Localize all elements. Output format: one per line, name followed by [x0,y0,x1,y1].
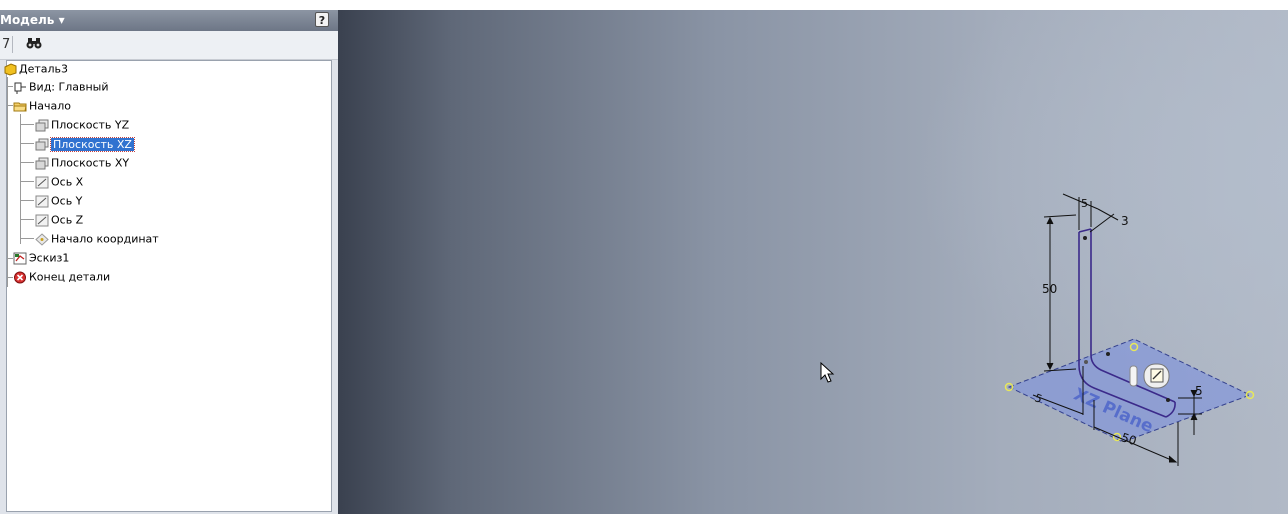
part-icon [4,62,17,76]
tree-item-part[interactable]: Деталь3 [3,60,68,77]
tree-item-end-of-part[interactable]: Конец детали [13,268,110,285]
tree-item-label: Начало [29,99,72,113]
tree-item-origin[interactable]: Начало [13,97,71,114]
dimension-height-label[interactable]: 50 [1042,282,1057,296]
work-point-icon [35,232,49,246]
sketch-point[interactable] [1106,352,1110,356]
mouse-cursor-icon [820,361,835,383]
tree-line [20,181,34,182]
filter-icon[interactable]: 7 [2,37,10,52]
view-rep-icon [14,82,26,94]
sketch-point[interactable] [1083,236,1087,240]
tree-item-label-selected: Плоскость XZ [50,136,135,152]
tree-item-label: Начало координат [51,232,159,246]
work-plane-icon [35,138,49,150]
tree-line [20,200,34,201]
model-tree: Деталь3 Вид: Главный Начало Плоскость YZ… [3,60,332,512]
sketch-point[interactable] [1084,360,1088,364]
tree-item-axis-y[interactable]: Ось Y [35,192,82,209]
dimension-offset-top-label[interactable]: 3 [1121,214,1129,228]
work-plane-icon [35,119,49,131]
sketch-point[interactable] [1166,398,1170,402]
tree-item-label: Плоскость XY [51,156,130,170]
tree-line [20,219,34,220]
tree-line [7,77,8,287]
work-axis-icon [35,195,49,207]
toolbar-separator [12,36,13,53]
browser-title[interactable]: Модель ▾ [0,13,65,27]
end-of-part-icon [14,271,26,283]
tree-item-axis-x[interactable]: Ось X [35,173,83,190]
graphics-viewport[interactable]: XZ Plane 50 5 3 5 5 50 [338,10,1288,514]
tree-item-label: Ось X [51,175,84,189]
mini-toolbar[interactable] [1129,363,1170,389]
dimension-thickness-top-label[interactable]: 5 [1081,197,1088,210]
tree-item-label: Плоскость YZ [51,118,130,132]
work-axis-icon [35,176,49,188]
window-top-edge [0,0,1288,10]
tree-item-label: Деталь3 [19,62,69,76]
binoculars-icon[interactable] [26,36,42,50]
sketch-icon [13,252,27,264]
model-browser-panel: Модель ▾ ? 7 Деталь3 Вид: Главный Начало… [0,10,338,514]
tree-item-label: Ось Z [51,213,84,227]
work-axis-icon [35,214,49,226]
tree-item-sketch[interactable]: Эскиз1 [13,249,69,266]
tree-item-label: Вид: Главный [29,80,109,94]
browser-title-bar: Модель ▾ ? [0,10,338,31]
tree-item-plane-yz[interactable]: Плоскость YZ [35,116,129,133]
tree-item-label: Конец детали [29,270,111,284]
tree-line [20,238,34,239]
tree-item-plane-xy[interactable]: Плоскость XY [35,154,129,171]
sketch-canvas[interactable]: XZ Plane 50 5 3 5 5 50 [338,10,1288,514]
tree-line [20,143,34,144]
tree-item-axis-z[interactable]: Ось Z [35,211,83,228]
tree-line [20,124,34,125]
dimension-top[interactable] [1062,193,1119,233]
help-icon[interactable]: ? [315,12,329,27]
tree-item-label: Ось Y [51,194,83,208]
tree-item-label: Эскиз1 [29,251,70,265]
tree-line [20,114,21,244]
dimension-thickness-right-label[interactable]: 5 [1195,384,1203,398]
browser-toolbar: 7 [0,31,338,60]
work-plane-icon [35,157,49,169]
tree-item-origin-point[interactable]: Начало координат [35,230,159,247]
tree-item-plane-xz[interactable]: Плоскость XZ [35,135,135,152]
tree-line [20,162,34,163]
tree-item-view[interactable]: Вид: Главный [13,78,109,95]
folder-icon [13,102,27,111]
